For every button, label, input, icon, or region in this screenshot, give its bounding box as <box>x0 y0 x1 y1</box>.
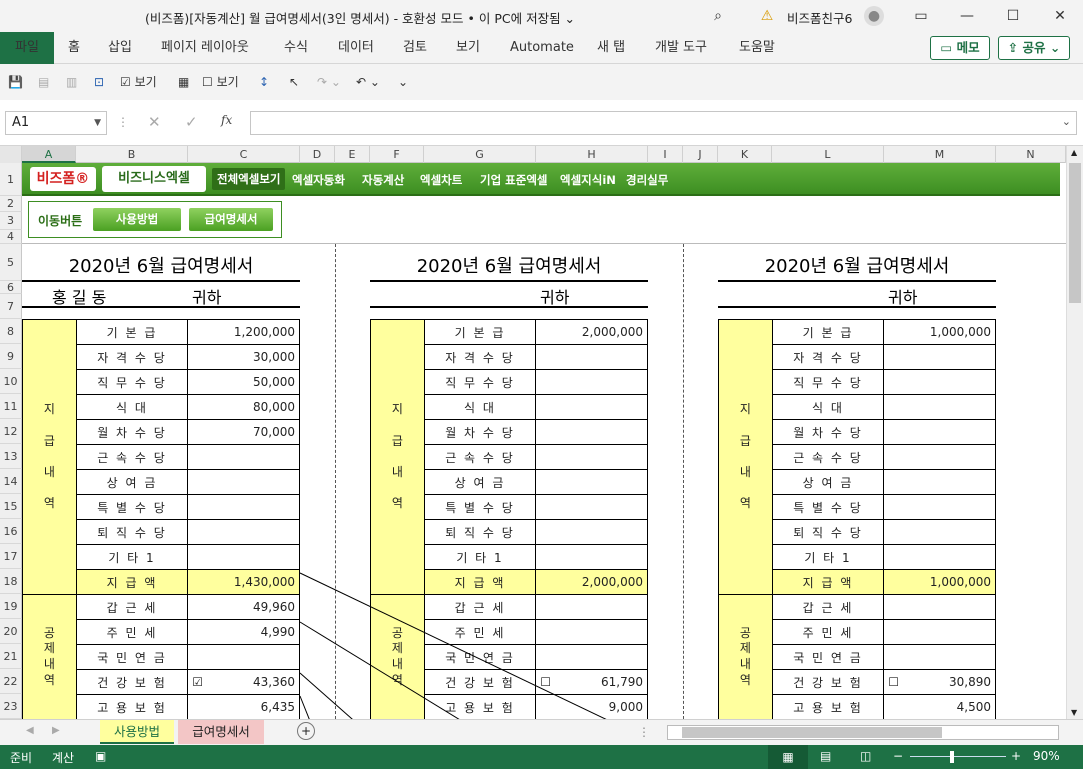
share-button[interactable]: ⇪ 공유 ⌄ <box>998 36 1070 60</box>
zoom-slider-thumb[interactable] <box>950 751 954 763</box>
tab-new[interactable]: 새 탭 <box>597 32 625 64</box>
tab-insert[interactable]: 삽입 <box>108 32 132 64</box>
avatar[interactable]: ● <box>864 6 884 26</box>
form-icon[interactable]: ▤ <box>38 73 49 91</box>
warning-icon: ⚠ <box>760 8 774 24</box>
formula-input[interactable]: ⌄ <box>250 111 1077 135</box>
sheet-tab-payslip[interactable]: 급여명세서 <box>178 720 264 744</box>
share-label: 공유 <box>1022 40 1046 55</box>
hscroll-thumb[interactable] <box>682 727 942 738</box>
page-layout-icon[interactable]: ▤ <box>820 749 831 763</box>
redo-icon[interactable]: ↷ ⌄ <box>317 73 341 91</box>
normal-view-icon[interactable]: ▦ <box>768 745 808 769</box>
name-box[interactable]: A1 ▼ <box>5 111 107 135</box>
account-name[interactable]: 비즈폼친구6 <box>787 8 852 27</box>
trace-arrows <box>299 572 607 719</box>
insert-function-icon[interactable]: fx <box>221 113 232 127</box>
chevron-down-icon[interactable]: ▼ <box>94 112 101 134</box>
close-icon[interactable]: ✕ <box>1050 6 1070 26</box>
expand-icon[interactable]: ⌄ <box>1062 115 1071 128</box>
window-title: (비즈폼)[자동계산] 월 급여명세서(3인 명세서) - 호환성 모드 • 이… <box>144 11 576 26</box>
memo-label: 메모 <box>956 40 980 55</box>
scroll-up-icon[interactable]: ▲ <box>1071 148 1077 157</box>
minimize-icon[interactable]: — <box>957 6 977 26</box>
horizontal-scrollbar[interactable] <box>667 725 1059 740</box>
zoom-in-icon[interactable]: + <box>1011 749 1021 763</box>
customize-qat-icon[interactable]: ⌄ <box>398 73 408 91</box>
sheet-tab-bar: ◀ ▶ 사용방법 급여명세서 + ⋮ <box>0 719 1083 745</box>
undo-icon[interactable]: ↶ ⌄ <box>356 73 380 91</box>
table-icon[interactable]: ▦ <box>178 73 189 91</box>
cancel-icon[interactable]: ✕ <box>148 113 161 131</box>
ribbon-display-icon[interactable]: ▭ <box>911 6 931 26</box>
tab-automate[interactable]: Automate <box>510 32 574 64</box>
worksheet-grid[interactable]: A B C D E F G H I J K L M N 1 2 3 4 5 6 7 8 9 10 1… <box>0 146 1066 719</box>
trace-arrow-line <box>299 695 310 719</box>
trace-arrow-line <box>299 621 460 719</box>
next-sheet-icon[interactable]: ▶ <box>52 725 60 736</box>
page-break-preview-icon[interactable]: ◫ <box>860 749 871 763</box>
tab-view[interactable]: 보기 <box>456 32 480 64</box>
accessibility-icon[interactable]: ▣ <box>95 749 106 763</box>
trace-arrow-line <box>299 672 353 719</box>
row-height-icon[interactable]: ↕ <box>259 73 269 91</box>
tab-developer[interactable]: 개발 도구 <box>655 32 707 64</box>
view2-label: 보기 <box>216 75 239 89</box>
memo-button[interactable]: ▭ 메모 <box>930 36 990 60</box>
pointer-icon[interactable]: ↖ <box>289 73 299 91</box>
tab-page-layout[interactable]: 페이지 레이아웃 <box>161 32 249 64</box>
tab-help[interactable]: 도움말 <box>739 32 775 64</box>
scroll-thumb[interactable] <box>1069 163 1081 303</box>
scroll-down-icon[interactable]: ▼ <box>1071 708 1077 717</box>
view1-checkbox[interactable]: ☑ 보기 <box>120 73 157 91</box>
name-box-value: A1 <box>12 115 30 130</box>
search-icon[interactable]: ⌕ <box>708 6 728 26</box>
status-calc[interactable]: 계산 <box>52 749 74 766</box>
zoom-level[interactable]: 90% <box>1033 749 1060 763</box>
tab-review[interactable]: 검토 <box>403 32 427 64</box>
tab-data[interactable]: 데이터 <box>338 32 374 64</box>
title-bar: (비즈폼)[자동계산] 월 급여명세서(3인 명세서) - 호환성 모드 • 이… <box>0 0 1083 32</box>
more-icon: ⋮ <box>117 115 129 129</box>
tab-file[interactable]: 파일 <box>0 32 54 64</box>
enter-icon[interactable]: ✓ <box>185 113 198 131</box>
status-bar: 준비 계산 ▣ ▦ ▤ ◫ − + 90% <box>0 745 1083 769</box>
view2-checkbox[interactable]: ☐ 보기 <box>202 73 239 91</box>
tab-home[interactable]: 홈 <box>68 32 80 64</box>
ribbon-tabs: 파일 홈 삽입 페이지 레이아웃 수식 데이터 검토 보기 Automate 새… <box>0 32 1083 64</box>
sheet-tab-usage[interactable]: 사용방법 <box>100 720 174 744</box>
add-sheet-icon[interactable]: + <box>297 722 315 740</box>
zoom-slider[interactable] <box>910 756 1006 757</box>
save-icon[interactable]: 💾 <box>8 73 23 91</box>
paste-icon[interactable]: ▥ <box>66 73 77 91</box>
trace-arrow-line <box>299 572 607 719</box>
maximize-icon[interactable]: ☐ <box>1003 6 1023 26</box>
vertical-scrollbar[interactable]: ▲ ▼ <box>1066 146 1083 719</box>
more-icon: ⋮ <box>638 725 650 739</box>
tab-formulas[interactable]: 수식 <box>284 32 308 64</box>
view1-label: 보기 <box>134 75 157 89</box>
formula-bar: A1 ▼ ⋮ ✕ ✓ fx ⌄ <box>0 100 1083 146</box>
status-ready: 준비 <box>10 751 33 765</box>
screenshot-icon[interactable]: ⊡ <box>94 73 104 91</box>
zoom-out-icon[interactable]: − <box>893 749 903 763</box>
prev-sheet-icon[interactable]: ◀ <box>26 725 34 736</box>
quick-access-toolbar: 💾 ▤ ▥ ⊡ ☑ 보기 ▦ ☐ 보기 ↕ ↖ ↷ ⌄ ↶ ⌄ ⌄ <box>0 64 1083 100</box>
